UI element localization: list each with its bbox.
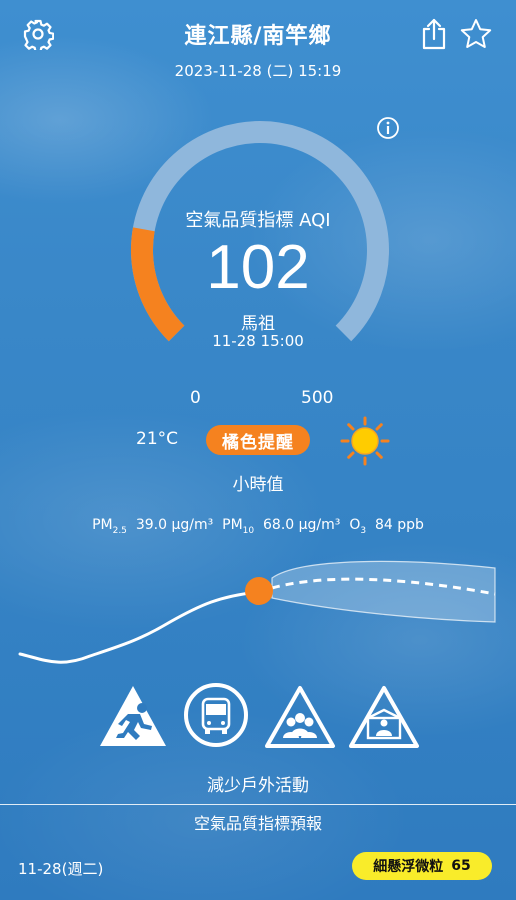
forecast-pollutant-label: 細懸浮微粒 [373,859,444,875]
aqi-label: 空氣品質指標 AQI [185,210,331,231]
station-time: 11-28 15:00 [212,332,304,350]
divider [0,804,516,805]
alert-badge: 橘色提醒 [206,425,310,455]
aqi-value: 102 [206,233,310,302]
update-datetime: 2023-11-28 (二) 15:19 [174,62,342,80]
bus-icon[interactable] [183,682,249,748]
pm10-value: 68.0 μg/m³ [263,517,341,533]
gauge-scale-max: 500 [301,388,334,408]
pm10-label: PM10 [222,517,255,536]
indoor-warning-icon[interactable] [348,684,420,748]
forecast-pollutant-value: 65 [451,858,471,874]
station-name: 馬祖 [241,314,275,334]
history-line [18,590,260,664]
aqi-trend-chart [18,560,496,664]
forecast-band [271,560,496,623]
star-icon [460,19,492,48]
running-warning-icon[interactable] [98,684,168,748]
o3-label: O3 [349,517,367,536]
forecast-title[interactable]: 空氣品質指標預報 [0,810,516,834]
group-warning-icon[interactable] [264,684,336,748]
period-label: 小時值 [232,475,284,495]
temperature: 21°C [136,429,179,449]
favorite-button[interactable] [456,14,496,54]
forecast-pollutant-badge[interactable]: 細懸浮微粒 65 [352,852,492,880]
pm25-value: 39.0 μg/m³ [135,517,214,533]
health-advice: 減少戶外活動 [207,776,309,796]
forecast-date: 11-28(週二) [18,860,104,878]
pm25-label: PM2.5 [92,517,127,536]
share-button[interactable] [414,14,454,54]
o3-value: 84 ppb [374,517,424,533]
gauge-scale-min: 0 [190,388,201,408]
share-icon [422,18,446,50]
pollutant-readings: PM2.5 39.0 μg/m³ PM10 68.0 μg/m³ O3 84 p… [0,517,516,536]
sun-icon [340,416,390,466]
current-point[interactable] [245,577,273,605]
